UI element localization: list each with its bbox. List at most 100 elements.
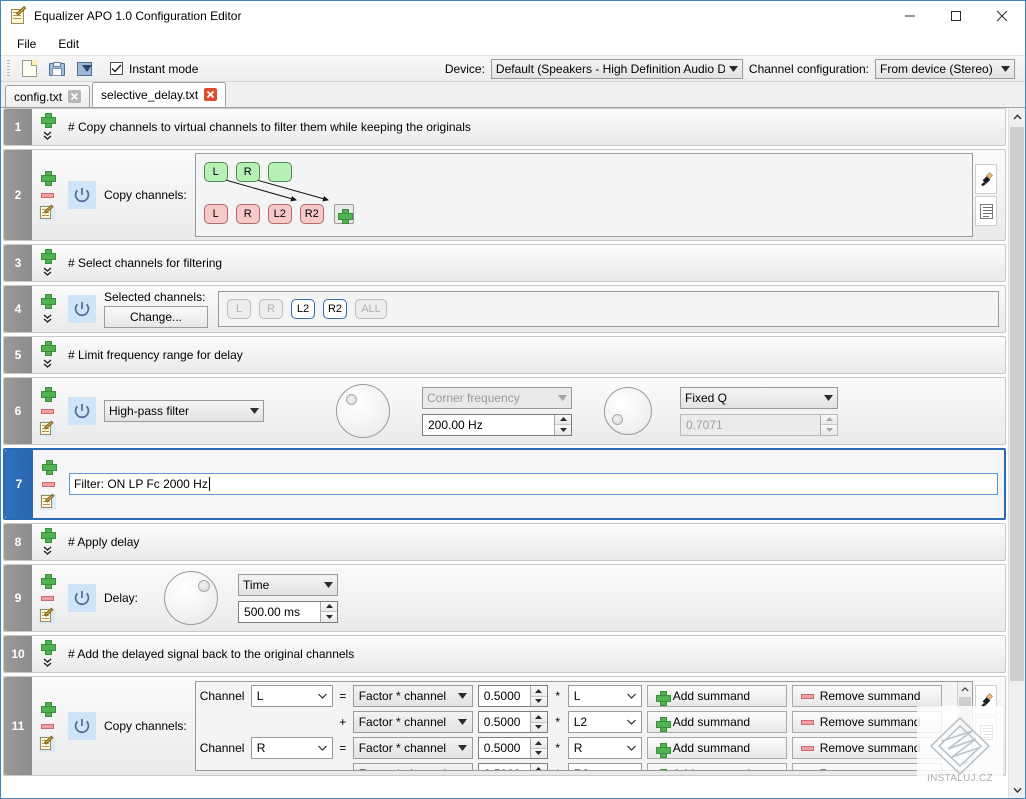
expand-row-button[interactable]: [39, 311, 56, 326]
tab-selective-delay-txt[interactable]: selective_delay.txt: [92, 82, 226, 107]
device-combo[interactable]: Default (Speakers - High Definition Audi…: [491, 59, 743, 79]
paint-brush-icon[interactable]: [975, 685, 997, 715]
filter-type-combo[interactable]: High-pass filter: [104, 400, 264, 422]
add-row-button[interactable]: [39, 293, 56, 308]
summand-mode-select[interactable]: Factor * channel: [353, 763, 473, 771]
channel-chip-l2[interactable]: L2: [291, 299, 315, 319]
save-as-button[interactable]: [72, 57, 98, 80]
expand-row-button[interactable]: [39, 265, 56, 277]
remove-row-button[interactable]: [39, 719, 56, 734]
add-summand-button[interactable]: Add summand: [647, 711, 787, 733]
paint-brush-icon[interactable]: [975, 164, 997, 194]
expand-row-button[interactable]: [39, 656, 56, 668]
source-channel-select[interactable]: L2: [568, 711, 642, 733]
factor-spin-arrows[interactable]: [530, 712, 547, 732]
summand-mode-select[interactable]: Factor * channel: [353, 685, 473, 707]
target-channel-select[interactable]: L: [251, 685, 333, 707]
enable-toggle-button[interactable]: [68, 712, 96, 740]
save-button[interactable]: [44, 57, 70, 80]
channel-chip-r2[interactable]: R2: [323, 299, 347, 319]
expand-row-button[interactable]: [39, 357, 56, 369]
summand-mode-select[interactable]: Factor * channel: [353, 737, 473, 759]
minimize-button[interactable]: [887, 1, 933, 32]
table-row[interactable]: 2 Copy channels:: [3, 149, 1006, 241]
table-row-selected[interactable]: 7 Filter: ON LP Fc 2000 Hz: [3, 448, 1006, 520]
maximize-button[interactable]: [933, 1, 979, 32]
factor-spinbox[interactable]: 0.5000: [478, 737, 548, 759]
spin-down-icon[interactable]: [531, 723, 547, 733]
spin-up-icon[interactable]: [531, 738, 547, 749]
scrollbar-thumb[interactable]: [959, 697, 971, 745]
remove-summand-button[interactable]: Remove summand: [792, 763, 942, 771]
spin-down-icon[interactable]: [321, 612, 337, 622]
table-row[interactable]: 8 # Apply delay: [3, 523, 1006, 561]
source-chip-empty[interactable]: [268, 162, 292, 182]
new-file-button[interactable]: [16, 57, 42, 80]
dest-chip-l[interactable]: L: [204, 204, 228, 224]
main-scrollbar[interactable]: [1008, 108, 1025, 798]
close-button[interactable]: [979, 1, 1025, 32]
add-row-button[interactable]: [39, 528, 56, 541]
delay-spin-arrows[interactable]: [320, 602, 337, 622]
factor-spin-arrows[interactable]: [530, 764, 547, 771]
channel-config-combo[interactable]: From device (Stereo): [875, 59, 1015, 79]
change-channels-button[interactable]: Change...: [104, 306, 208, 328]
table-row[interactable]: 6 High-pass filter: [3, 377, 1006, 445]
spin-down-icon[interactable]: [531, 697, 547, 707]
table-row[interactable]: 9 Delay:: [3, 564, 1006, 632]
spin-up-icon[interactable]: [321, 602, 337, 613]
table-row[interactable]: 10 # Add the delayed signal back to the …: [3, 635, 1006, 673]
delay-spinbox[interactable]: 500.00 ms: [238, 601, 338, 623]
remove-row-button[interactable]: [39, 404, 56, 419]
remove-summand-button[interactable]: Remove summand: [792, 737, 942, 759]
scroll-up-icon[interactable]: [1009, 108, 1025, 125]
edit-row-button[interactable]: [40, 495, 57, 510]
remove-summand-button[interactable]: Remove summand: [792, 685, 942, 707]
remove-row-button[interactable]: [39, 591, 56, 606]
add-summand-button[interactable]: Add summand: [647, 685, 787, 707]
scrollbar-track[interactable]: [1009, 125, 1025, 781]
spin-up-icon[interactable]: [555, 415, 571, 426]
source-channel-select[interactable]: R: [568, 737, 642, 759]
source-chip-r[interactable]: R: [236, 162, 260, 182]
factor-spinbox[interactable]: 0.5000: [478, 685, 548, 707]
table-row[interactable]: 1 # Copy channels to virtual channels to…: [3, 108, 1006, 146]
add-row-button[interactable]: [39, 701, 56, 716]
add-row-button[interactable]: [39, 249, 56, 262]
instant-mode-checkbox[interactable]: Instant mode: [110, 62, 198, 76]
text-list-icon[interactable]: [975, 717, 997, 747]
q-spin-arrows[interactable]: [820, 415, 837, 435]
enable-toggle-button[interactable]: [68, 295, 96, 323]
scroll-down-icon[interactable]: [1009, 781, 1025, 798]
source-channel-select[interactable]: L: [568, 685, 642, 707]
frequency-knob[interactable]: [336, 384, 390, 438]
text-list-icon[interactable]: [975, 196, 997, 226]
delay-knob[interactable]: [164, 571, 218, 625]
scrollbar-track[interactable]: [958, 697, 972, 755]
toolbar-grip[interactable]: [7, 60, 10, 77]
add-row-button[interactable]: [39, 386, 56, 401]
scroll-up-icon[interactable]: [958, 682, 972, 697]
remove-summand-button[interactable]: Remove summand: [792, 711, 942, 733]
target-channel-select[interactable]: R: [251, 737, 333, 759]
add-summand-button[interactable]: Add summand: [647, 737, 787, 759]
spin-down-icon[interactable]: [531, 749, 547, 759]
add-row-button[interactable]: [39, 640, 56, 653]
remove-row-button[interactable]: [40, 477, 57, 492]
dest-chip-r[interactable]: R: [236, 204, 260, 224]
scroll-down-icon[interactable]: [958, 755, 972, 770]
add-row-button[interactable]: [39, 341, 56, 354]
menu-edit[interactable]: Edit: [48, 34, 89, 54]
spin-down-icon[interactable]: [821, 425, 837, 435]
table-row[interactable]: 11 Copy channels:: [3, 676, 1006, 776]
factor-spin-arrows[interactable]: [530, 686, 547, 706]
channel-routing-panel[interactable]: L R L R L2 R2: [195, 153, 973, 237]
delay-unit-combo[interactable]: Time: [238, 574, 338, 596]
summand-mode-select[interactable]: Factor * channel: [353, 711, 473, 733]
dest-chip-l2[interactable]: L2: [268, 204, 292, 224]
source-chip-l[interactable]: L: [204, 162, 228, 182]
tab-config-txt[interactable]: config.txt: [5, 85, 90, 107]
edit-row-button[interactable]: [39, 206, 56, 221]
dest-chip-r2[interactable]: R2: [300, 204, 324, 224]
spin-up-icon[interactable]: [531, 764, 547, 771]
